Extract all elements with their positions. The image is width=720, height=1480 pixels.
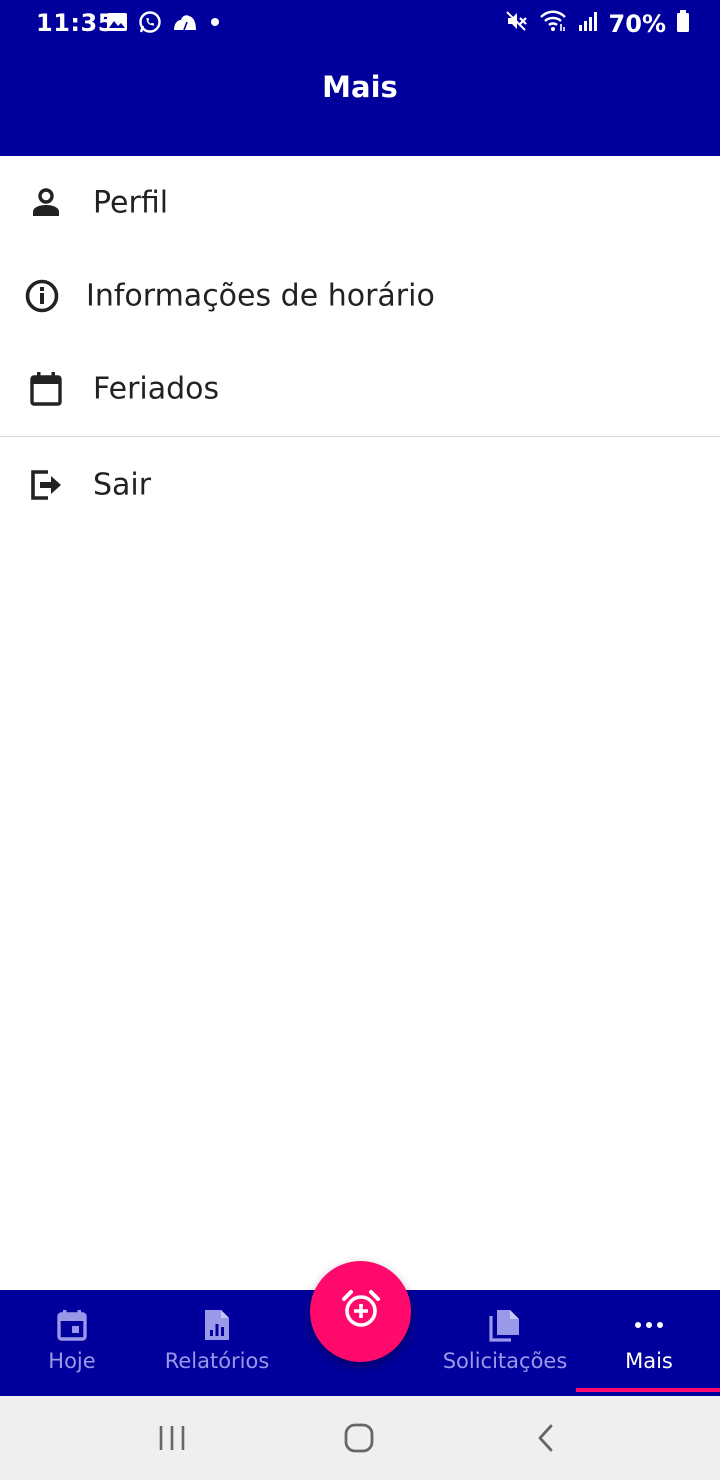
menu-item-label: Informações de horário — [86, 278, 435, 313]
menu-item-label: Feriados — [93, 371, 220, 407]
active-tab-indicator — [576, 1388, 720, 1392]
system-status-icons: 70% — [505, 9, 690, 38]
dot-icon — [208, 15, 222, 34]
logout-icon — [27, 466, 65, 504]
back-icon[interactable] — [524, 1418, 568, 1458]
report-icon — [203, 1306, 231, 1344]
nav-item-hoje[interactable]: Hoje — [14, 1290, 130, 1396]
mute-icon — [505, 9, 529, 38]
status-bar: 11:35 70% — [0, 0, 720, 46]
alarm-add-icon — [341, 1289, 381, 1334]
whatsapp-icon — [138, 10, 162, 39]
page-title: Mais — [322, 70, 398, 104]
status-time: 11:35 — [36, 9, 115, 37]
notification-icons — [106, 10, 222, 39]
menu-item-label: Perfil — [93, 185, 169, 220]
more-icon — [634, 1306, 664, 1344]
menu-item-feriados[interactable]: Feriados — [0, 342, 720, 436]
top-bar: 11:35 70% Mais — [0, 0, 720, 156]
cloud-icon — [172, 12, 198, 37]
calendar-icon — [27, 370, 65, 408]
person-icon — [27, 184, 65, 222]
nav-label: Relatórios — [164, 1349, 270, 1373]
nav-item-mais[interactable]: Mais — [594, 1290, 704, 1396]
menu-item-label: Sair — [93, 467, 152, 503]
more-menu: Perfil Informações de horário Feriados S… — [0, 156, 720, 533]
nav-item-solicitacoes[interactable]: Solicitações — [432, 1290, 578, 1396]
battery-percent: 70% — [608, 9, 666, 38]
wifi-icon — [539, 9, 567, 38]
recents-icon[interactable] — [150, 1418, 194, 1458]
home-icon[interactable] — [337, 1418, 381, 1458]
documents-icon — [489, 1306, 521, 1344]
calendar-today-icon — [57, 1306, 87, 1344]
nav-label: Hoje — [48, 1349, 96, 1373]
image-icon — [106, 12, 128, 37]
nav-label: Mais — [625, 1349, 673, 1373]
add-punch-fab[interactable] — [310, 1261, 411, 1362]
menu-item-informacoes-de-horario[interactable]: Informações de horário — [0, 249, 720, 342]
menu-item-sair[interactable]: Sair — [0, 437, 720, 533]
info-icon — [23, 277, 61, 315]
nav-label: Solicitações — [442, 1349, 568, 1373]
system-navigation-bar — [0, 1396, 720, 1480]
nav-item-relatorios[interactable]: Relatórios — [152, 1290, 282, 1396]
battery-icon — [676, 9, 690, 38]
signal-icon — [577, 10, 599, 37]
menu-item-perfil[interactable]: Perfil — [0, 156, 720, 249]
